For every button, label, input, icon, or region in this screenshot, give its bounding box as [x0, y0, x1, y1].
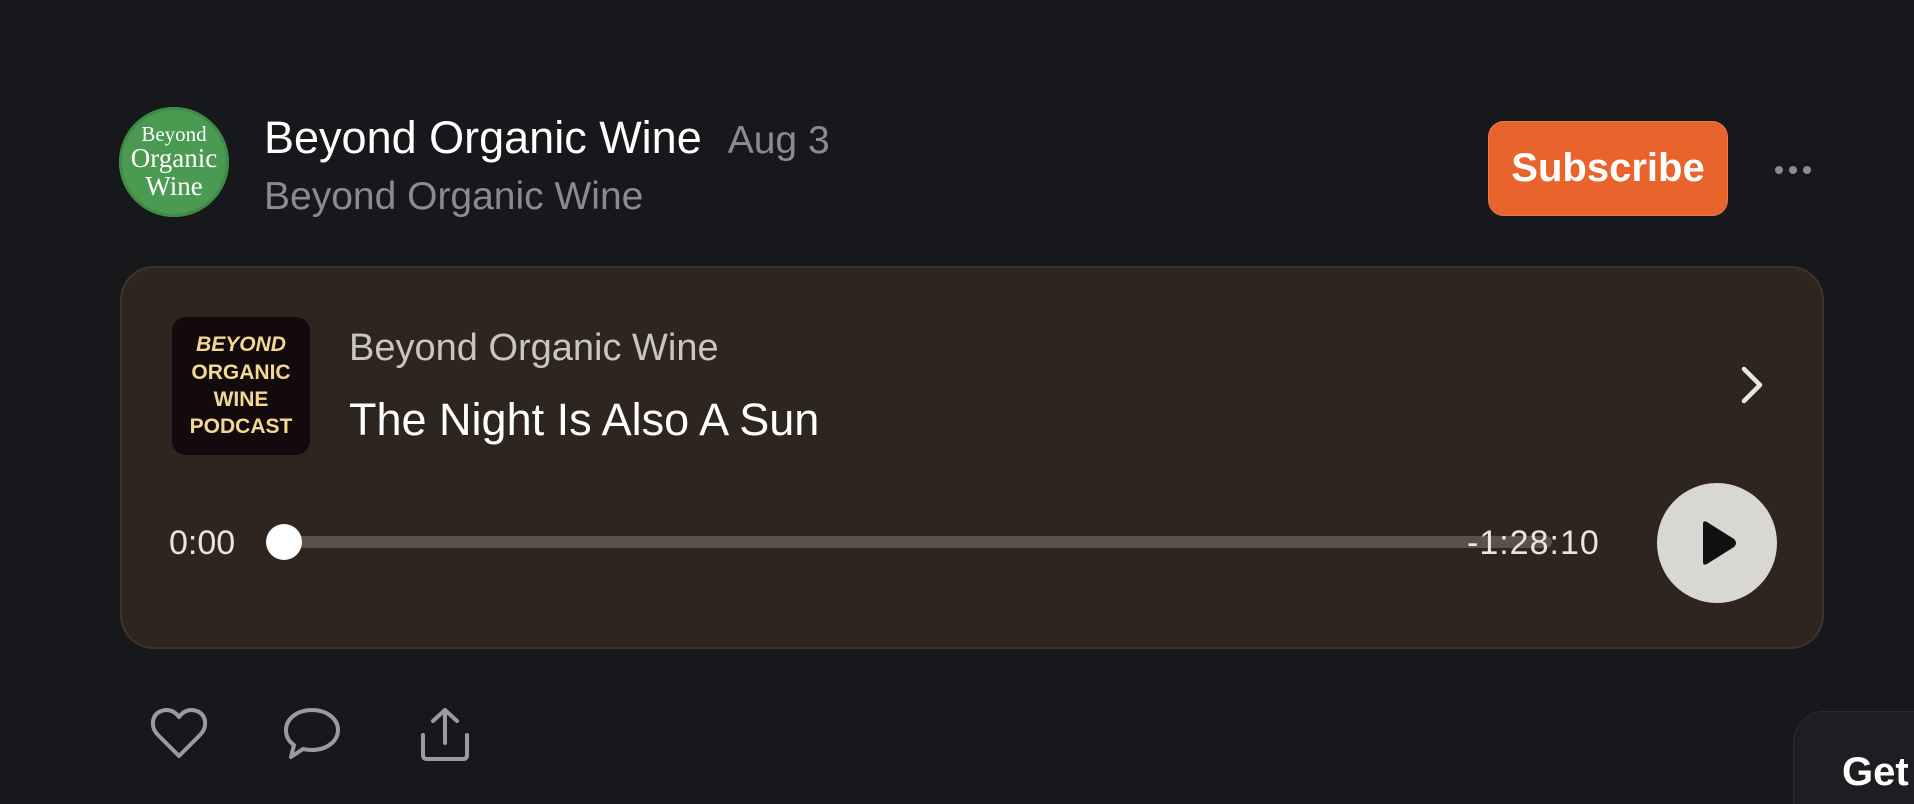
post-date: Aug 3: [727, 119, 830, 162]
post-header-title: Beyond Organic Wine Aug 3: [264, 112, 830, 164]
cover-text-line-4: PODCAST: [189, 415, 293, 439]
open-episode-button[interactable]: [1732, 360, 1772, 410]
avatar-text-line-1: Beyond: [141, 121, 207, 146]
avatar-text-line-3: Wine: [145, 170, 203, 201]
podcast-show-name[interactable]: Beyond Organic Wine: [349, 327, 719, 370]
avatar-text-line-2: Organic: [130, 143, 218, 174]
publication-name[interactable]: Beyond Organic Wine: [264, 112, 702, 164]
post-container: Beyond Organic Wine Beyond Organic Wine …: [0, 0, 1914, 804]
get-app-button[interactable]: Get: [1794, 712, 1914, 804]
more-horizontal-icon: [1775, 166, 1811, 174]
podcast-cover-art[interactable]: BEYOND ORGANIC WINE PODCAST: [172, 317, 310, 455]
comment-button[interactable]: [280, 702, 344, 766]
cover-text-line-2: ORGANIC: [191, 360, 291, 384]
cover-text-line-1: BEYOND: [196, 333, 286, 357]
share-button[interactable]: [413, 702, 477, 766]
time-remaining: -1:28:10: [1467, 524, 1600, 562]
get-app-label: Get: [1842, 750, 1909, 794]
publication-avatar[interactable]: Beyond Organic Wine: [119, 107, 229, 217]
like-button[interactable]: [147, 702, 211, 766]
post-author[interactable]: Beyond Organic Wine: [264, 175, 643, 219]
audio-player-card: BEYOND ORGANIC WINE PODCAST Beyond Organ…: [120, 266, 1824, 649]
play-button[interactable]: [1657, 483, 1777, 603]
time-elapsed: 0:00: [169, 524, 236, 562]
more-options-button[interactable]: [1768, 150, 1818, 190]
chevron-right-icon: [1741, 366, 1763, 404]
progress-bar[interactable]: [278, 536, 1552, 548]
share-icon: [421, 708, 469, 761]
cover-text-line-3: WINE: [213, 388, 269, 411]
episode-title[interactable]: The Night Is Also A Sun: [349, 394, 819, 446]
comment-icon: [284, 708, 340, 759]
play-icon: [1703, 521, 1736, 565]
heart-icon: [150, 707, 208, 758]
progress-thumb[interactable]: [266, 524, 302, 560]
subscribe-button[interactable]: Subscribe: [1488, 121, 1728, 216]
